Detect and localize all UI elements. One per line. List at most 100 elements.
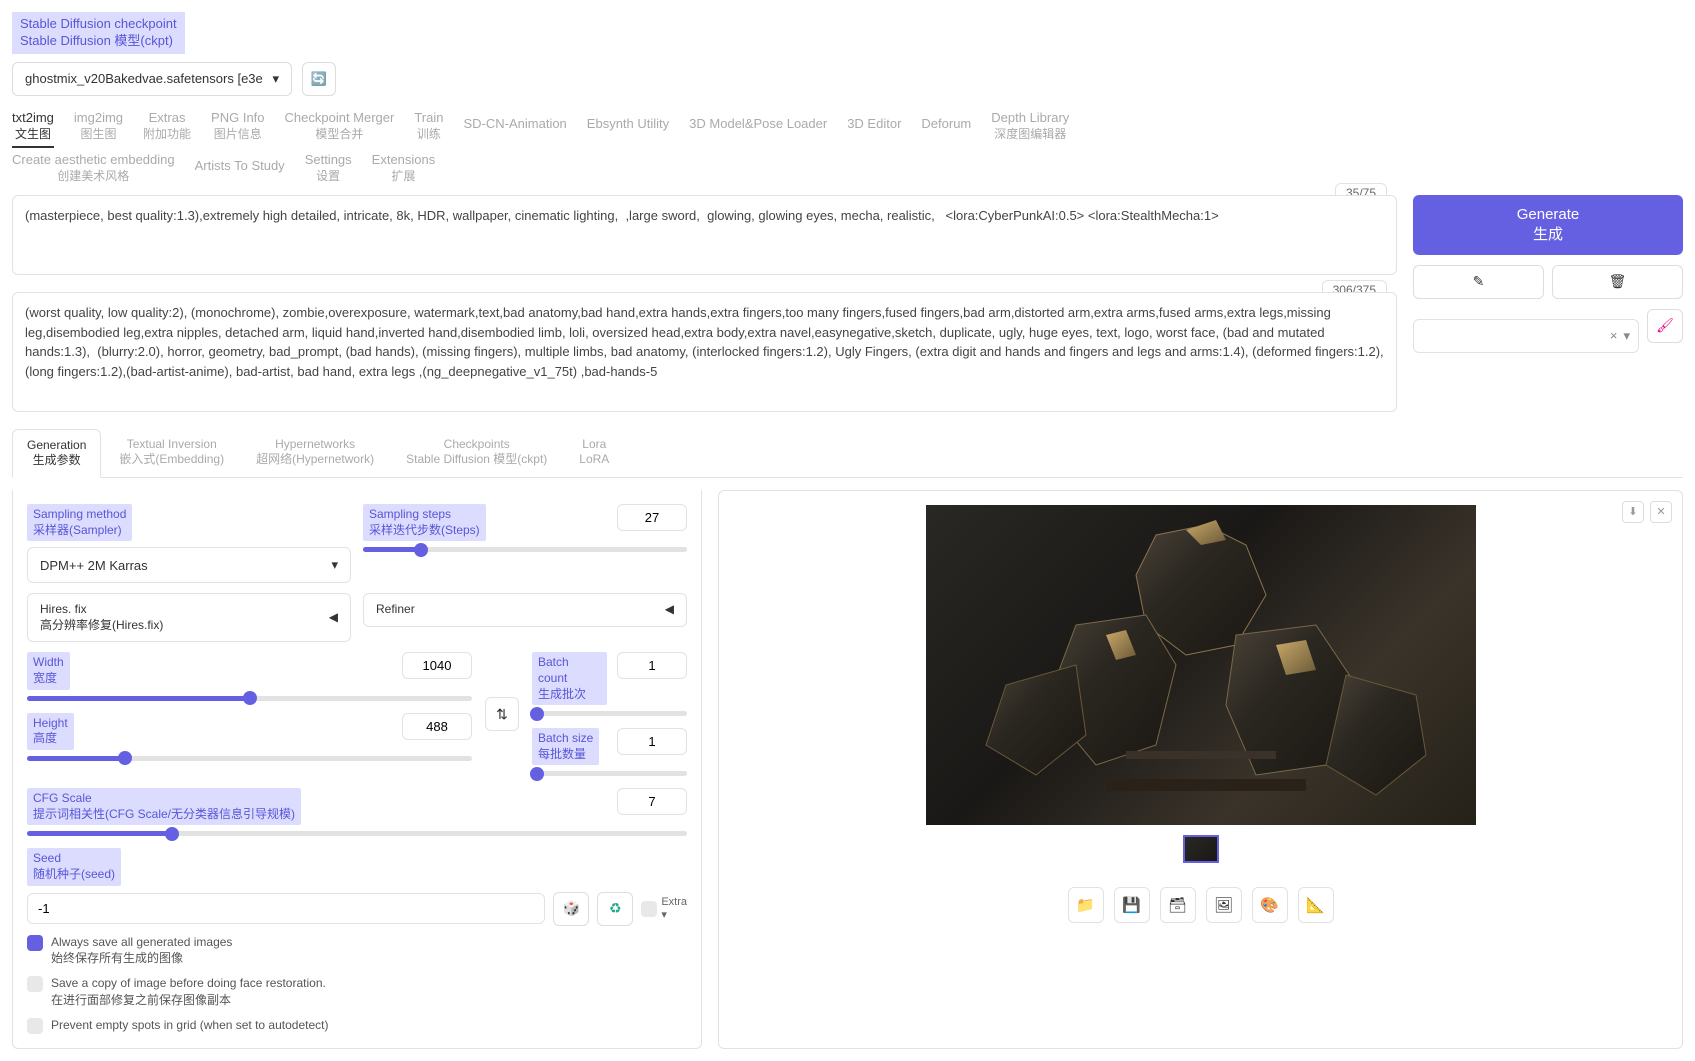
close-preview-button[interactable]: ✕ bbox=[1650, 501, 1672, 523]
seed-input[interactable] bbox=[27, 893, 545, 924]
seed-label: Seed随机种子(seed) bbox=[27, 848, 121, 885]
edit-styles-button[interactable]: 🖌 bbox=[1647, 309, 1683, 343]
tab-extensions[interactable]: Extensions扩展 bbox=[372, 152, 436, 184]
reload-icon: 🔄 bbox=[311, 71, 327, 87]
sampling-steps-input[interactable] bbox=[617, 504, 687, 531]
tab-txt2img[interactable]: txt2img文生图 bbox=[12, 110, 54, 148]
reload-checkpoint-button[interactable]: 🔄 bbox=[302, 62, 336, 96]
recycle-icon: ♻ bbox=[609, 900, 622, 917]
send-img2img-button[interactable]: 🖼 bbox=[1206, 887, 1242, 923]
batch-size-input[interactable] bbox=[617, 728, 687, 755]
tab-train[interactable]: Train训练 bbox=[414, 110, 443, 148]
batch-size-label: Batch size每批数量 bbox=[532, 728, 599, 765]
main-tabs: txt2img文生图 img2img图生图 Extras附加功能 PNG Inf… bbox=[12, 110, 1683, 148]
extra-seed-label: Extra▾ bbox=[661, 896, 687, 921]
ruler-icon: 📐 bbox=[1306, 896, 1325, 914]
batch-count-input[interactable] bbox=[617, 652, 687, 679]
clear-button[interactable]: 🗑 bbox=[1552, 265, 1683, 299]
save-icon: 💾 bbox=[1122, 896, 1141, 914]
image-icon: 🖼 bbox=[1214, 896, 1233, 914]
tab-3deditor[interactable]: 3D Editor bbox=[847, 110, 901, 148]
caret-left-icon: ◀ bbox=[329, 610, 338, 626]
save-before-face-checkbox[interactable] bbox=[27, 976, 43, 992]
reuse-seed-button[interactable]: ♻ bbox=[597, 892, 633, 926]
tab-ebsynth[interactable]: Ebsynth Utility bbox=[587, 110, 669, 148]
hires-fix-accordion[interactable]: Hires. fix高分辨率修复(Hires.fix) ◀ bbox=[27, 593, 351, 642]
palette-icon: 🎨 bbox=[1260, 896, 1279, 914]
pencil-icon: ✎ bbox=[1473, 273, 1485, 290]
save-button[interactable]: 💾 bbox=[1114, 887, 1150, 923]
caret-left-icon: ◀ bbox=[665, 602, 674, 618]
open-folder-button[interactable]: 📁 bbox=[1068, 887, 1104, 923]
download-icon: ⬇ bbox=[1628, 505, 1637, 518]
paint-icon: 🖌 bbox=[1656, 317, 1674, 334]
send-extras-button[interactable]: 📐 bbox=[1298, 887, 1334, 923]
dice-icon: 🎲 bbox=[563, 900, 580, 917]
width-slider[interactable] bbox=[27, 696, 472, 701]
swap-icon: ⇅ bbox=[496, 706, 508, 723]
cfg-scale-label: CFG Scale提示词相关性(CFG Scale/无分类器信息引导规模) bbox=[27, 788, 301, 825]
swap-dimensions-button[interactable]: ⇅ bbox=[485, 697, 519, 731]
always-save-label: Always save all generated images始终保存所有生成… bbox=[51, 934, 232, 968]
tab-settings[interactable]: Settings设置 bbox=[305, 152, 352, 184]
generation-params: Sampling method采样器(Sampler) DPM++ 2M Kar… bbox=[12, 490, 702, 1049]
chevron-down-icon: ▾ bbox=[272, 71, 279, 87]
styles-dropdown[interactable]: × ▾ bbox=[1413, 319, 1639, 353]
download-image-button[interactable]: ⬇ bbox=[1622, 501, 1644, 523]
subtab-checkpoints[interactable]: CheckpointsStable Diffusion 模型(ckpt) bbox=[392, 429, 561, 477]
paste-button[interactable]: ✎ bbox=[1413, 265, 1544, 299]
tab-checkpoint-merger[interactable]: Checkpoint Merger模型合并 bbox=[285, 110, 395, 148]
extra-seed-checkbox[interactable] bbox=[641, 901, 657, 917]
folder-icon: 📁 bbox=[1076, 896, 1095, 914]
sampling-method-label: Sampling method采样器(Sampler) bbox=[27, 504, 132, 541]
height-input[interactable] bbox=[402, 713, 472, 740]
chevron-down-icon: ▾ bbox=[331, 557, 338, 573]
generation-subtabs: Generation生成参数 Textual Inversion嵌入式(Embe… bbox=[12, 429, 1683, 478]
save-before-face-label: Save a copy of image before doing face r… bbox=[51, 975, 326, 1009]
batch-count-slider[interactable] bbox=[532, 711, 687, 716]
send-inpaint-button[interactable]: 🎨 bbox=[1252, 887, 1288, 923]
chevron-down-icon: ▾ bbox=[1623, 328, 1630, 344]
tab-pnginfo[interactable]: PNG Info图片信息 bbox=[211, 110, 264, 148]
tab-depth[interactable]: Depth Library深度图编辑器 bbox=[991, 110, 1069, 148]
tab-deforum[interactable]: Deforum bbox=[921, 110, 971, 148]
tab-img2img[interactable]: img2img图生图 bbox=[74, 110, 123, 148]
subtab-hypernetworks[interactable]: Hypernetworks超网络(Hypernetwork) bbox=[242, 429, 388, 477]
subtab-generation[interactable]: Generation生成参数 bbox=[12, 429, 101, 478]
width-label: Width宽度 bbox=[27, 652, 70, 689]
tab-artists[interactable]: Artists To Study bbox=[195, 152, 285, 184]
sampling-steps-slider[interactable] bbox=[363, 547, 687, 552]
prevent-empty-label: Prevent empty spots in grid (when set to… bbox=[51, 1017, 328, 1034]
generate-button[interactable]: Generate生成 bbox=[1413, 195, 1683, 255]
width-input[interactable] bbox=[402, 652, 472, 679]
tab-3dpose[interactable]: 3D Model&Pose Loader bbox=[689, 110, 827, 148]
sampling-steps-label: Sampling steps采样迭代步数(Steps) bbox=[363, 504, 486, 541]
checkpoint-label: Stable Diffusion checkpointStable Diffus… bbox=[12, 12, 185, 54]
batch-size-slider[interactable] bbox=[532, 771, 687, 776]
subtab-textual-inversion[interactable]: Textual Inversion嵌入式(Embedding) bbox=[105, 429, 238, 477]
checkpoint-dropdown[interactable]: ghostmix_v20Bakedvae.safetensors [e3e ▾ bbox=[12, 62, 292, 96]
refiner-accordion[interactable]: Refiner ◀ bbox=[363, 593, 687, 627]
negative-prompt-input[interactable] bbox=[12, 292, 1397, 412]
cfg-scale-slider[interactable] bbox=[27, 831, 687, 836]
tab-aesthetic[interactable]: Create aesthetic embedding创建美术风格 bbox=[12, 152, 175, 184]
subtab-lora[interactable]: LoraLoRA bbox=[565, 429, 623, 477]
zip-button[interactable]: 🗃 bbox=[1160, 887, 1196, 923]
output-panel: ⬇ ✕ bbox=[718, 490, 1683, 1049]
height-slider[interactable] bbox=[27, 756, 472, 761]
prevent-empty-checkbox[interactable] bbox=[27, 1018, 43, 1034]
sampling-method-dropdown[interactable]: DPM++ 2M Karras ▾ bbox=[27, 547, 351, 583]
zip-icon: 🗃 bbox=[1168, 896, 1187, 914]
cfg-scale-input[interactable] bbox=[617, 788, 687, 815]
height-label: Height高度 bbox=[27, 713, 74, 750]
tab-extras[interactable]: Extras附加功能 bbox=[143, 110, 191, 148]
close-icon: ✕ bbox=[1656, 505, 1665, 518]
prompt-input[interactable] bbox=[12, 195, 1397, 276]
trash-icon: 🗑 bbox=[1609, 273, 1627, 290]
batch-count-label: Batch count生成批次 bbox=[532, 652, 607, 705]
output-image[interactable] bbox=[926, 505, 1476, 825]
tab-sdcn[interactable]: SD-CN-Animation bbox=[463, 110, 566, 148]
output-thumbnail[interactable] bbox=[1183, 835, 1219, 863]
always-save-checkbox[interactable] bbox=[27, 935, 43, 951]
random-seed-button[interactable]: 🎲 bbox=[553, 892, 589, 926]
